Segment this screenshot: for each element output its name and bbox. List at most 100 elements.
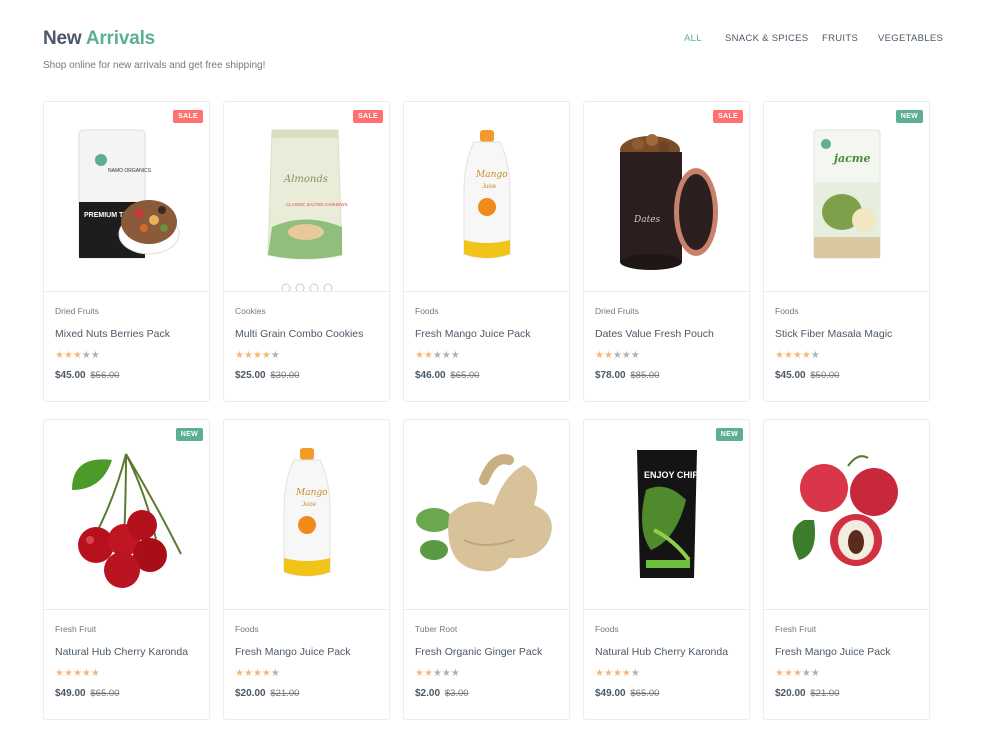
star-icon: ★ xyxy=(612,350,622,361)
svg-text:jacme: jacme xyxy=(832,152,870,165)
star-icon: ★ xyxy=(441,668,451,679)
star-icon: ★ xyxy=(55,668,64,679)
star-icon: ★ xyxy=(450,668,460,679)
product-card[interactable]: NEW Fresh Fruit Natural Hub Cherry Karon… xyxy=(43,419,210,720)
product-card[interactable]: Mango Juice Foods Fresh Mango Juice Pack… xyxy=(223,419,390,720)
mango-juice-pouch-image[interactable]: Mango Juice xyxy=(404,102,569,292)
product-rating: ★★★★★ xyxy=(55,351,201,361)
star-icon: ★ xyxy=(72,668,82,679)
star-icon: ★ xyxy=(630,668,640,679)
product-category[interactable]: Tuber Root xyxy=(415,624,561,634)
section-title: New Arrivals xyxy=(43,28,265,50)
product-category[interactable]: Cookies xyxy=(235,306,381,316)
product-category[interactable]: Dried Fruits xyxy=(595,306,741,316)
sale-badge: SALE xyxy=(173,110,203,123)
product-category[interactable]: Fresh Fruit xyxy=(55,624,201,634)
star-icon: ★ xyxy=(595,350,604,361)
product-name[interactable]: Stick Fiber Masala Magic xyxy=(775,328,921,340)
product-old-price: $21.00 xyxy=(810,688,840,699)
star-icon: ★ xyxy=(432,350,442,361)
chips-pack-image[interactable]: ENJOY CHIPS xyxy=(584,420,749,610)
star-icon: ★ xyxy=(270,350,280,361)
product-name[interactable]: Natural Hub Cherry Karonda xyxy=(55,646,201,658)
product-name[interactable]: Multi Grain Combo Cookies xyxy=(235,328,381,340)
almonds-pouch-image[interactable]: Almonds CLASSIC SALTED CASHEWS xyxy=(224,102,389,292)
section-header: New Arrivals Shop online for new arrival… xyxy=(43,28,265,71)
filter-tab-vegetables[interactable]: VEGETABLES xyxy=(878,33,943,44)
product-category[interactable]: Foods xyxy=(415,306,561,316)
product-price: $45.00 xyxy=(55,370,86,381)
product-rating: ★★★★★ xyxy=(595,669,741,679)
star-icon: ★ xyxy=(235,668,244,679)
product-name[interactable]: Fresh Mango Juice Pack xyxy=(775,646,921,658)
product-card[interactable]: jacme NEW Foods Stick Fiber Masala Magic… xyxy=(763,101,930,402)
svg-text:CLASSIC SALTED CASHEWS: CLASSIC SALTED CASHEWS xyxy=(286,202,348,207)
jackfruit-pouch-image[interactable]: jacme xyxy=(764,102,929,292)
svg-text:Juice: Juice xyxy=(482,184,497,190)
product-category[interactable]: Foods xyxy=(235,624,381,634)
trail-mix-pouch-image[interactable]: NAMO ORGANICS PREMIUM TRAIL MIX xyxy=(44,102,209,292)
star-icon: ★ xyxy=(261,350,271,361)
product-rating: ★★★★★ xyxy=(55,669,201,679)
product-category[interactable]: Foods xyxy=(775,306,921,316)
product-name[interactable]: Fresh Mango Juice Pack xyxy=(415,328,561,340)
product-rating: ★★★★★ xyxy=(415,351,561,361)
section-title-main: New xyxy=(43,28,82,49)
star-icon: ★ xyxy=(252,668,262,679)
filter-tab-snack-spices[interactable]: SNACK & SPICES xyxy=(725,33,808,44)
star-icon: ★ xyxy=(792,350,802,361)
product-name[interactable]: Dates Value Fresh Pouch xyxy=(595,328,741,340)
svg-text:Dates: Dates xyxy=(633,215,661,225)
product-rating: ★★★★★ xyxy=(235,669,381,679)
product-prices: $49.00 $65.00 xyxy=(55,688,201,699)
star-icon: ★ xyxy=(775,350,784,361)
product-card[interactable]: NAMO ORGANICS PREMIUM TRAIL MIX SALE Dri… xyxy=(43,101,210,402)
star-icon: ★ xyxy=(612,668,622,679)
product-category[interactable]: Dried Fruits xyxy=(55,306,201,316)
product-card[interactable]: Mango Juice Foods Fresh Mango Juice Pack… xyxy=(403,101,570,402)
star-icon: ★ xyxy=(415,668,424,679)
product-card[interactable]: Dates SALE Dried Fruits Dates Value Fres… xyxy=(583,101,750,402)
star-icon: ★ xyxy=(810,668,820,679)
star-icon: ★ xyxy=(81,668,91,679)
product-card[interactable]: ENJOY CHIPS NEW Foods Natural Hub Cherry… xyxy=(583,419,750,720)
svg-text:Mango: Mango xyxy=(475,170,508,180)
star-icon: ★ xyxy=(775,668,784,679)
product-card[interactable]: Fresh Fruit Fresh Mango Juice Pack ★★★★★… xyxy=(763,419,930,720)
svg-text:Mango: Mango xyxy=(295,488,328,498)
star-icon: ★ xyxy=(72,350,82,361)
ginger-image[interactable] xyxy=(404,420,569,610)
product-old-price: $65.00 xyxy=(90,688,120,699)
product-name[interactable]: Natural Hub Cherry Karonda xyxy=(595,646,741,658)
lychees-image[interactable] xyxy=(764,420,929,610)
product-price: $49.00 xyxy=(595,688,626,699)
star-icon: ★ xyxy=(415,350,424,361)
product-category[interactable]: Foods xyxy=(595,624,741,634)
cherries-image[interactable] xyxy=(44,420,209,610)
mango-juice-pouch-image[interactable]: Mango Juice xyxy=(224,420,389,610)
star-icon: ★ xyxy=(81,350,91,361)
filter-tab-fruits[interactable]: FRUITS xyxy=(822,33,858,44)
star-icon: ★ xyxy=(603,350,613,361)
new-badge: NEW xyxy=(895,110,923,123)
dates-tin-image[interactable]: Dates xyxy=(584,102,749,292)
product-prices: $45.00 $56.00 xyxy=(55,370,201,381)
svg-text:NAMO ORGANICS: NAMO ORGANICS xyxy=(108,168,152,174)
product-prices: $25.00 $30.00 xyxy=(235,370,381,381)
product-prices: $20.00 $21.00 xyxy=(235,688,381,699)
product-rating: ★★★★★ xyxy=(415,669,561,679)
svg-text:ENJOY CHIPS: ENJOY CHIPS xyxy=(644,470,704,480)
product-card[interactable]: Almonds CLASSIC SALTED CASHEWS SALE Cook… xyxy=(223,101,390,402)
product-price: $25.00 xyxy=(235,370,266,381)
product-name[interactable]: Fresh Organic Ginger Pack xyxy=(415,646,561,658)
star-icon: ★ xyxy=(270,668,280,679)
product-name[interactable]: Mixed Nuts Berries Pack xyxy=(55,328,201,340)
star-icon: ★ xyxy=(783,350,793,361)
product-name[interactable]: Fresh Mango Juice Pack xyxy=(235,646,381,658)
product-prices: $2.00 $3.00 xyxy=(415,688,561,699)
product-category[interactable]: Fresh Fruit xyxy=(775,624,921,634)
product-rating: ★★★★★ xyxy=(775,669,921,679)
product-old-price: $65.00 xyxy=(630,688,660,699)
filter-tab-all[interactable]: ALL xyxy=(684,33,702,44)
product-card[interactable]: Tuber Root Fresh Organic Ginger Pack ★★★… xyxy=(403,419,570,720)
